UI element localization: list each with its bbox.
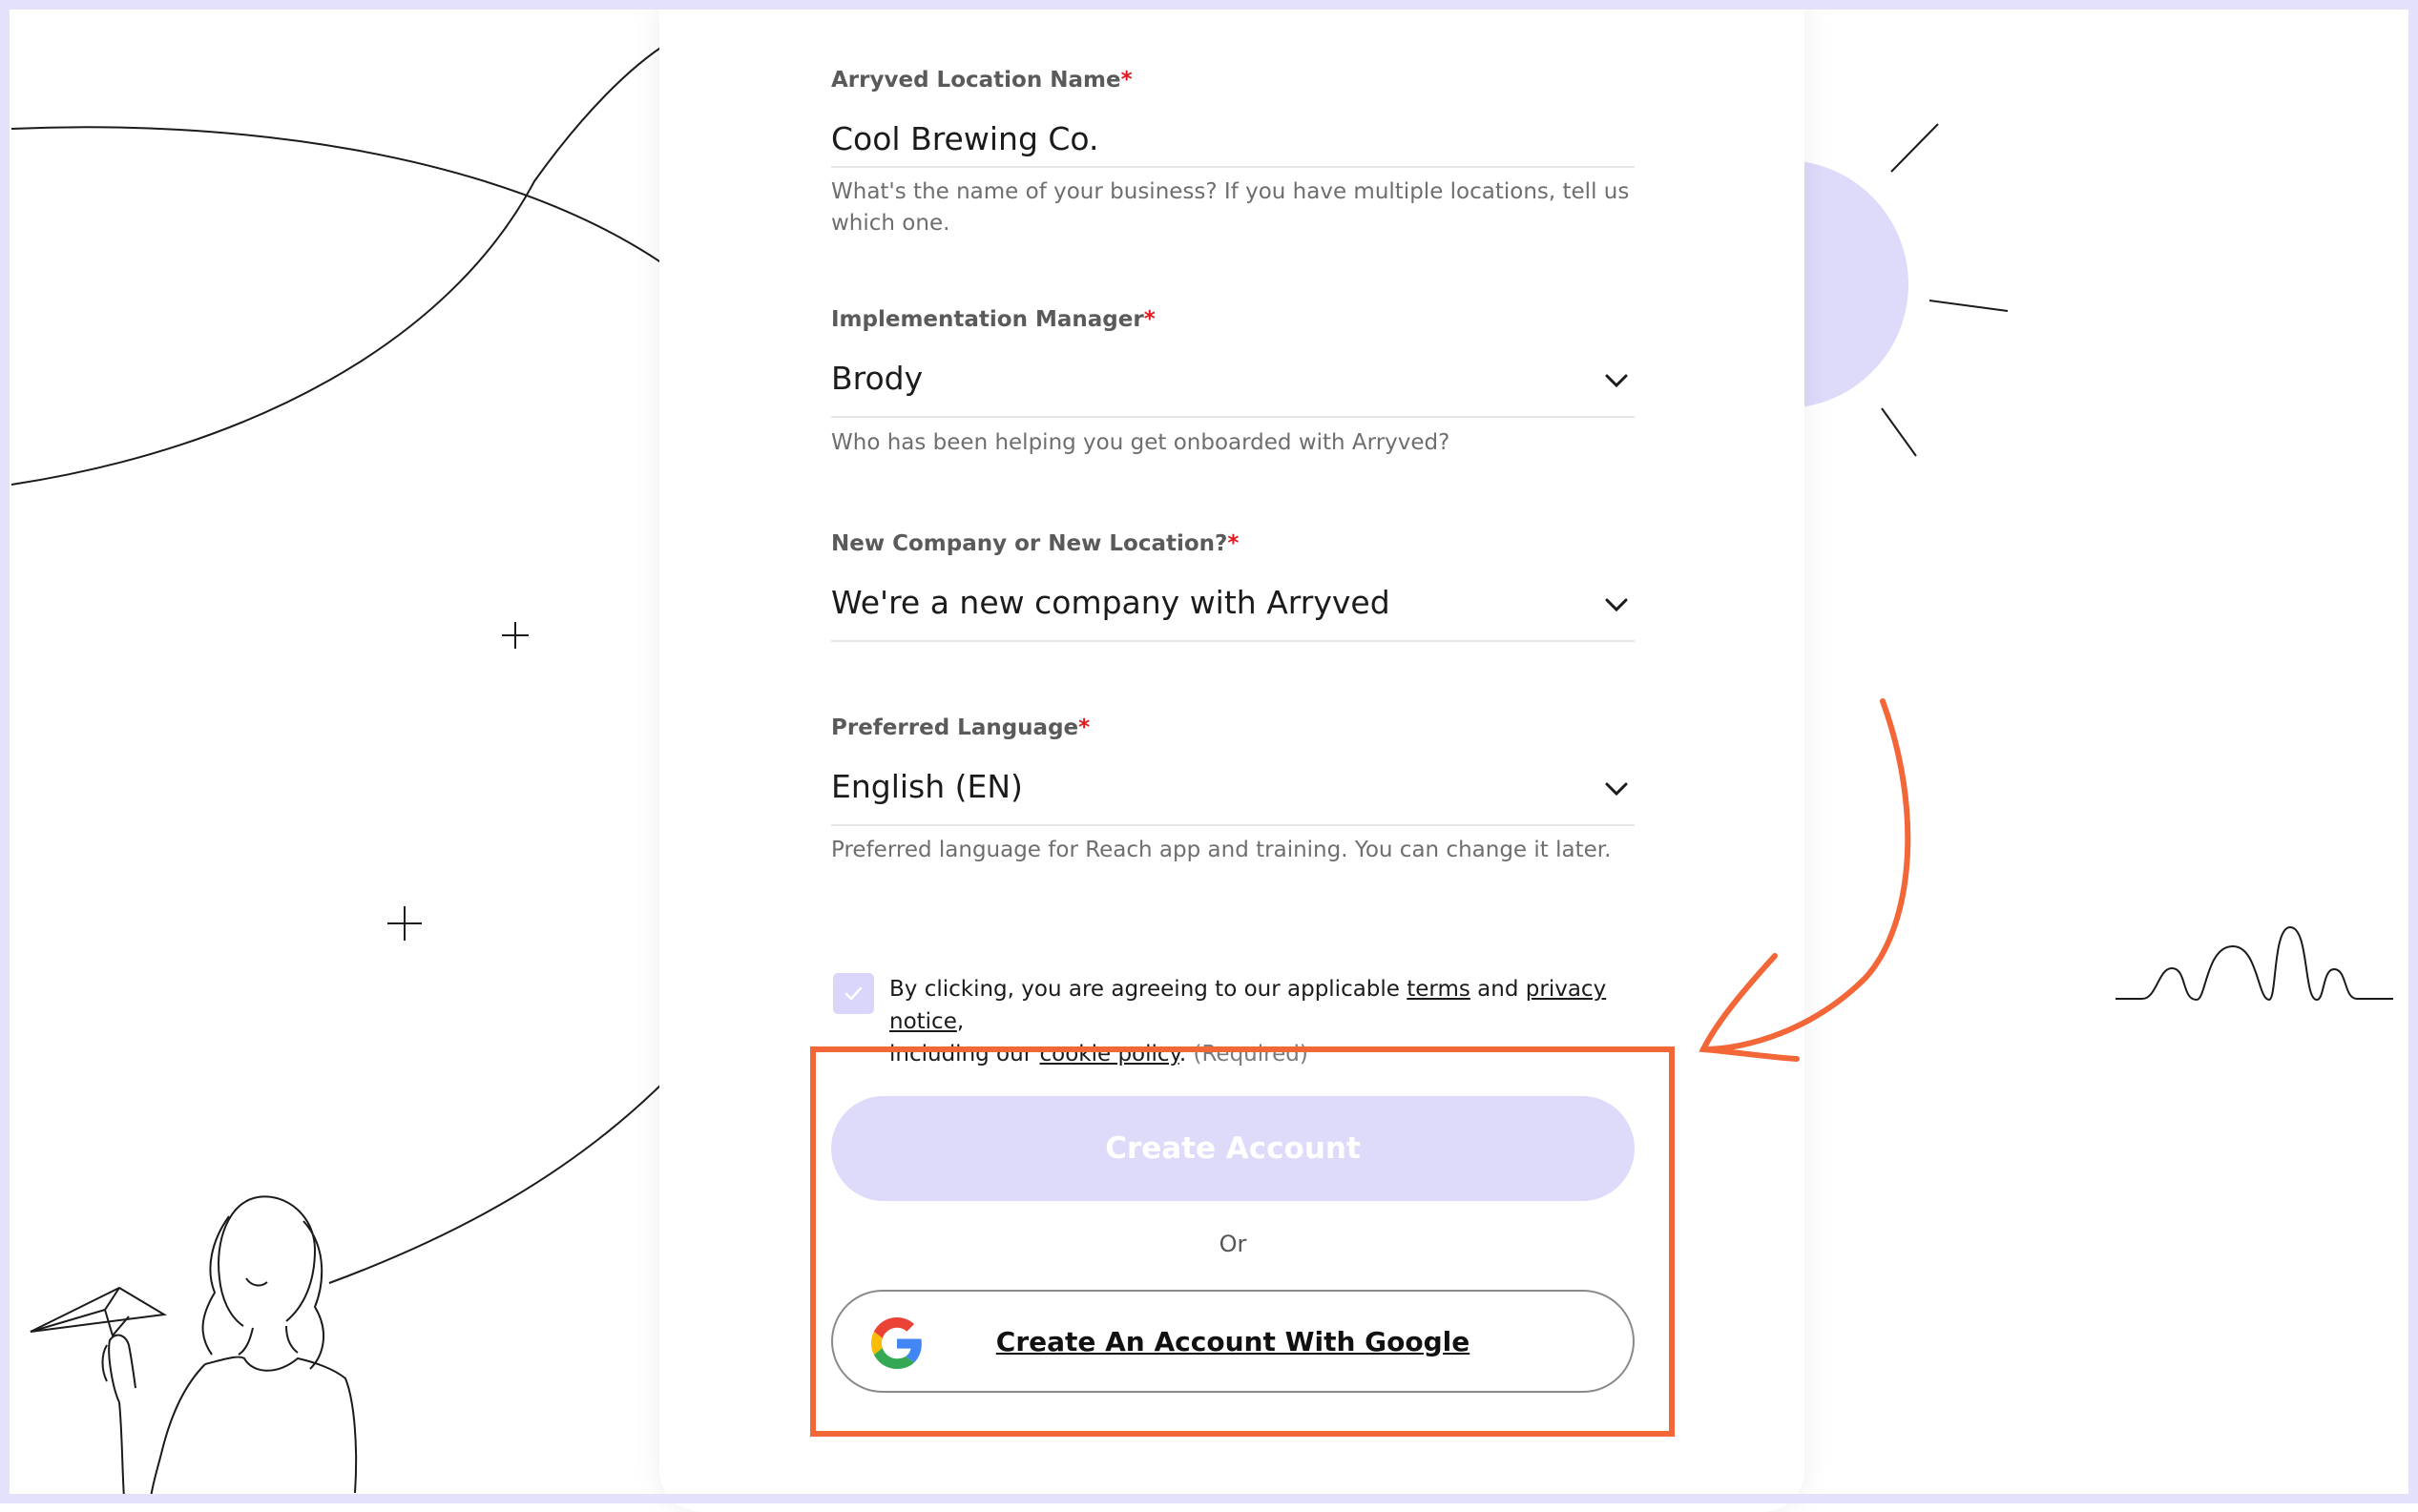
terms-link[interactable]: terms — [1407, 977, 1470, 1002]
preferred-language-label: Preferred Language* — [831, 715, 1091, 740]
chevron-down-icon[interactable] — [1604, 780, 1629, 797]
location-name-help: What's the name of your business? If you… — [831, 179, 1630, 236]
implementation-manager-label: Implementation Manager* — [831, 307, 1156, 332]
consent-text: By clicking, you are agreeing to our app… — [889, 977, 1607, 1067]
location-name-input[interactable]: Cool Brewing Co. — [831, 120, 1099, 157]
signup-form-card: Arryved Location Name* Cool Brewing Co. … — [659, 0, 1804, 1512]
cookie-policy-link[interactable]: cookie policy — [1039, 1042, 1178, 1067]
implementation-manager-underline — [831, 416, 1635, 418]
required-note: (Required) — [1193, 1042, 1308, 1067]
sparkle-icon-1 — [502, 622, 529, 649]
or-divider-label: Or — [1219, 1231, 1247, 1257]
company-or-location-label: New Company or New Location?* — [831, 531, 1240, 556]
preferred-language-underline — [831, 824, 1635, 826]
decor-curve-top — [10, 126, 669, 268]
sparkle-icon-2 — [387, 906, 422, 941]
preferred-language-select[interactable]: English (EN) — [831, 768, 1023, 805]
consent-checkbox[interactable] — [833, 973, 874, 1014]
location-name-label: Arryved Location Name* — [831, 68, 1133, 93]
required-asterisk: * — [1143, 307, 1156, 332]
company-or-location-underline — [831, 640, 1635, 642]
create-account-with-google-button[interactable]: Create An Account With Google — [831, 1290, 1635, 1393]
chevron-down-icon[interactable] — [1604, 596, 1629, 613]
required-asterisk: * — [1120, 68, 1133, 93]
create-account-button[interactable]: Create Account — [831, 1096, 1635, 1201]
decor-curve-bottom — [328, 1077, 669, 1284]
implementation-manager-help: Who has been helping you get onboarded w… — [831, 430, 1450, 455]
decor-curve-long — [10, 42, 669, 486]
squiggle-illustration — [2116, 925, 2393, 1002]
check-icon — [844, 986, 863, 1001]
required-asterisk: * — [1227, 531, 1240, 556]
google-logo-icon — [871, 1317, 922, 1369]
required-asterisk: * — [1078, 715, 1091, 740]
location-name-underline — [831, 166, 1635, 168]
preferred-language-help: Preferred language for Reach app and tra… — [831, 838, 1612, 862]
woman-with-paper-plane-illustration — [30, 1195, 358, 1499]
company-or-location-select[interactable]: We're a new company with Arryved — [831, 584, 1390, 621]
implementation-manager-select[interactable]: Brody — [831, 360, 923, 397]
google-button-label: Create An Account With Google — [995, 1325, 1470, 1357]
chevron-down-icon[interactable] — [1604, 372, 1629, 389]
